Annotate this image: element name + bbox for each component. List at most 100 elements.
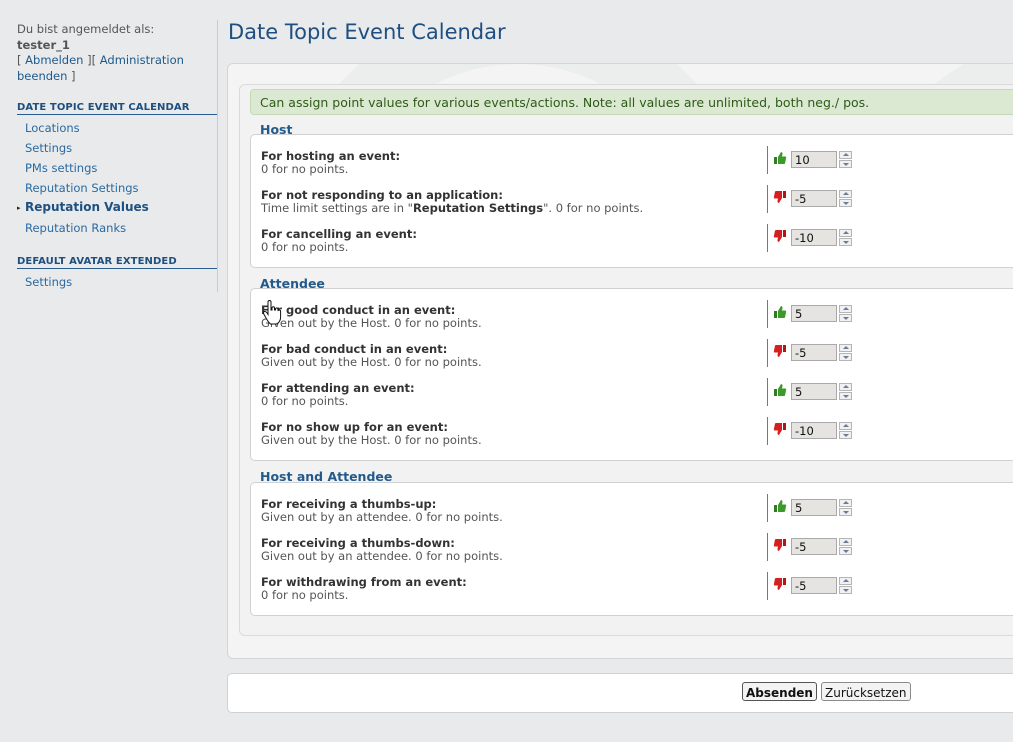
points-input[interactable]: 5 bbox=[791, 499, 837, 516]
points-input[interactable]: -5 bbox=[791, 190, 837, 207]
stepper-down-icon[interactable] bbox=[839, 508, 852, 516]
stepper-up-icon[interactable] bbox=[839, 577, 852, 585]
stepper-up-icon[interactable] bbox=[839, 305, 852, 313]
points-input[interactable]: -5 bbox=[791, 577, 837, 594]
stepper-down-icon[interactable] bbox=[839, 160, 852, 168]
row-separator bbox=[767, 146, 768, 174]
points-stepper[interactable]: 10 bbox=[791, 151, 853, 168]
row-separator bbox=[767, 572, 768, 600]
setting-row-cancelling: For cancelling an event: 0 for no points… bbox=[261, 224, 1013, 261]
reset-button[interactable]: Zurücksetzen bbox=[821, 682, 911, 701]
nav-item-settings[interactable]: Settings bbox=[25, 141, 72, 155]
points-input[interactable]: -5 bbox=[791, 344, 837, 361]
setting-description: Time limit settings are in "Reputation S… bbox=[261, 201, 643, 215]
page-title: Date Topic Event Calendar bbox=[228, 20, 506, 44]
stepper-down-icon[interactable] bbox=[839, 238, 852, 246]
setting-description: Given out by the Host. 0 for no points. bbox=[261, 316, 482, 330]
points-input[interactable]: 5 bbox=[791, 305, 837, 322]
stepper-up-icon[interactable] bbox=[839, 344, 852, 352]
setting-description: Given out by the Host. 0 for no points. bbox=[261, 433, 482, 447]
setting-description: Given out by the Host. 0 for no points. bbox=[261, 355, 482, 369]
setting-label: For no show up for an event: bbox=[261, 420, 448, 434]
nav-item-pms-settings[interactable]: PMs settings bbox=[25, 161, 97, 175]
points-stepper[interactable]: -5 bbox=[791, 577, 853, 594]
stepper-down-icon[interactable] bbox=[839, 547, 852, 555]
stepper-up-icon[interactable] bbox=[839, 151, 852, 159]
points-stepper[interactable]: -10 bbox=[791, 422, 853, 439]
setting-description-end: ". 0 for no points. bbox=[543, 201, 644, 215]
stepper-down-icon[interactable] bbox=[839, 353, 852, 361]
setting-label: For not responding to an application: bbox=[261, 188, 503, 202]
setting-row-bad-conduct: For bad conduct in an event: Given out b… bbox=[261, 339, 1013, 376]
stepper-up-icon[interactable] bbox=[839, 190, 852, 198]
stepper-up-icon[interactable] bbox=[839, 499, 852, 507]
nav-item-locations[interactable]: Locations bbox=[25, 121, 80, 135]
submit-button[interactable]: Absenden bbox=[742, 682, 817, 701]
stepper-down-icon[interactable] bbox=[839, 199, 852, 207]
admin-end-link-part2: beenden bbox=[17, 68, 68, 83]
points-input[interactable]: -5 bbox=[791, 538, 837, 555]
setting-row-no-show: For no show up for an event: Given out b… bbox=[261, 417, 1013, 454]
setting-description: 0 for no points. bbox=[261, 162, 349, 176]
section-host-and-attendee: For receiving a thumbs-up: Given out by … bbox=[250, 482, 1013, 616]
points-stepper[interactable]: -5 bbox=[791, 190, 853, 207]
info-message: Can assign point values for various even… bbox=[250, 89, 1013, 115]
setting-description: 0 for no points. bbox=[261, 240, 349, 254]
active-bullet-icon: ▸ bbox=[17, 204, 21, 212]
stepper-down-icon[interactable] bbox=[839, 431, 852, 439]
points-stepper[interactable]: 5 bbox=[791, 383, 853, 400]
points-stepper[interactable]: -10 bbox=[791, 229, 853, 246]
logout-link[interactable]: Abmelden bbox=[25, 53, 83, 67]
row-separator bbox=[767, 494, 768, 522]
setting-label: For good conduct in an event: bbox=[261, 303, 456, 317]
nav-item-reputation-values[interactable]: Reputation Values bbox=[25, 200, 149, 214]
stepper-down-icon[interactable] bbox=[839, 392, 852, 400]
setting-label: For hosting an event: bbox=[261, 149, 401, 163]
points-input[interactable]: 5 bbox=[791, 383, 837, 400]
row-separator bbox=[767, 300, 768, 328]
points-stepper[interactable]: 5 bbox=[791, 499, 853, 516]
thumbs-down-icon bbox=[773, 578, 786, 590]
section-attendee: For good conduct in an event: Given out … bbox=[250, 288, 1013, 461]
setting-row-attending: For attending an event: 0 for no points.… bbox=[261, 378, 1013, 415]
setting-row-hosting: For hosting an event: 0 for no points. 1… bbox=[261, 146, 1013, 183]
row-separator bbox=[767, 533, 768, 561]
stepper-down-icon[interactable] bbox=[839, 314, 852, 322]
points-input[interactable]: -10 bbox=[791, 229, 837, 246]
setting-label: For bad conduct in an event: bbox=[261, 342, 448, 356]
setting-row-withdrawing: For withdrawing from an event: 0 for no … bbox=[261, 572, 1013, 609]
setting-row-not-responding: For not responding to an application: Ti… bbox=[261, 185, 1013, 222]
stepper-up-icon[interactable] bbox=[839, 229, 852, 237]
nav-item-reputation-settings[interactable]: Reputation Settings bbox=[25, 181, 139, 195]
stepper-up-icon[interactable] bbox=[839, 383, 852, 391]
setting-description: Given out by an attendee. 0 for no point… bbox=[261, 510, 503, 524]
points-stepper[interactable]: -5 bbox=[791, 538, 853, 555]
thumbs-down-icon bbox=[773, 230, 786, 242]
info-text: Can assign point values for various even… bbox=[260, 95, 870, 110]
thumbs-down-icon bbox=[773, 423, 786, 435]
setting-label: For cancelling an event: bbox=[261, 227, 417, 241]
stepper-up-icon[interactable] bbox=[839, 422, 852, 430]
setting-label: For withdrawing from an event: bbox=[261, 575, 467, 589]
setting-label: For receiving a thumbs-down: bbox=[261, 536, 455, 550]
points-input[interactable]: -10 bbox=[791, 422, 837, 439]
row-separator bbox=[767, 339, 768, 367]
points-stepper[interactable]: 5 bbox=[791, 305, 853, 322]
row-separator bbox=[767, 378, 768, 406]
username: tester_1 bbox=[17, 37, 70, 52]
row-separator bbox=[767, 417, 768, 445]
nav-item-reputation-ranks[interactable]: Reputation Ranks bbox=[25, 221, 126, 235]
sidebar: Du bist angemeldet als: tester_1 [ Abmel… bbox=[0, 0, 217, 742]
setting-description: 0 for no points. bbox=[261, 588, 349, 602]
nav-heading-date-topic: DATE TOPIC EVENT CALENDAR bbox=[17, 102, 217, 115]
points-input[interactable]: 10 bbox=[791, 151, 837, 168]
sidebar-divider bbox=[217, 20, 218, 292]
session-links: [ Abmelden ][ Administration beenden ] bbox=[17, 53, 184, 83]
setting-label: For attending an event: bbox=[261, 381, 415, 395]
stepper-down-icon[interactable] bbox=[839, 586, 852, 594]
points-stepper[interactable]: -5 bbox=[791, 344, 853, 361]
stepper-up-icon[interactable] bbox=[839, 538, 852, 546]
nav-item-avatar-settings[interactable]: Settings bbox=[25, 275, 72, 289]
thumbs-down-icon bbox=[773, 539, 786, 551]
setting-row-receiving-thumbs-up: For receiving a thumbs-up: Given out by … bbox=[261, 494, 1013, 531]
